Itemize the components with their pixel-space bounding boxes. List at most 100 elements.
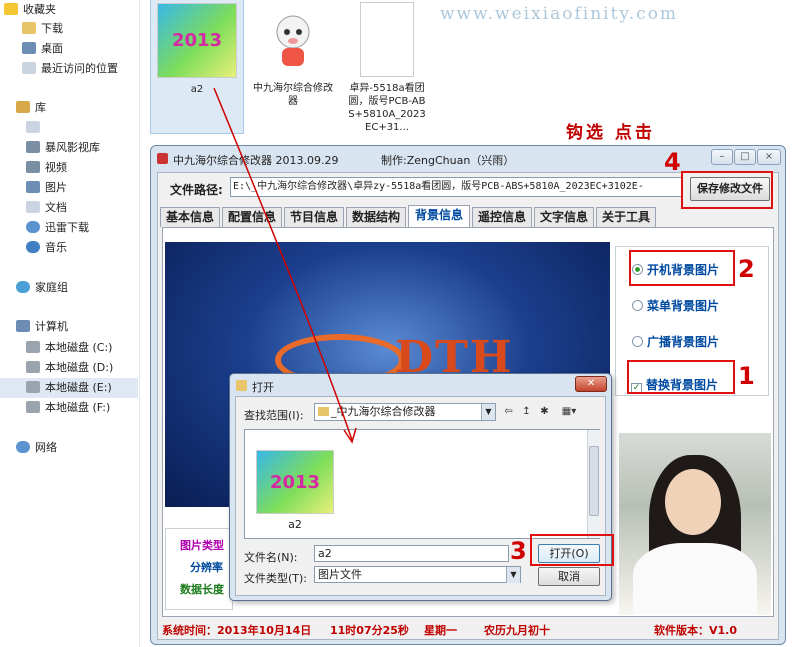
tab-config-info[interactable]: 配置信息 bbox=[222, 207, 282, 227]
sidebar-item-label: 本地磁盘 (D:) bbox=[45, 361, 114, 374]
annotation-box-replace-bg bbox=[627, 360, 735, 394]
menu-bg-radio[interactable]: 菜单背景图片 bbox=[632, 297, 719, 314]
music-icon bbox=[26, 241, 40, 253]
sidebar-item-library-blank[interactable] bbox=[26, 118, 45, 138]
info-label-length: 数据长度 bbox=[180, 583, 224, 596]
status-version: 软件版本：V1.0 bbox=[654, 624, 737, 637]
sidebar-item-label: 音乐 bbox=[45, 241, 67, 254]
minimize-button[interactable]: – bbox=[711, 149, 733, 165]
maximize-button[interactable]: □ bbox=[734, 149, 756, 165]
sidebar-item-label: 最近访问的位置 bbox=[41, 62, 118, 75]
close-button[interactable]: × bbox=[757, 149, 781, 165]
new-folder-icon[interactable]: ✱ bbox=[538, 405, 551, 418]
dialog-body: 查找范围(I): _中九海尔综合修改器 ▼ ⇦ ↥ ✱ ▦▾ 2013 a2 文件… bbox=[235, 396, 606, 596]
broadcast-bg-radio[interactable]: 广播背景图片 bbox=[632, 333, 719, 350]
sidebar-item-desktop[interactable]: 桌面 bbox=[22, 39, 63, 59]
sidebar-computer-label: 计算机 bbox=[35, 320, 68, 333]
app-titlebar[interactable]: 中九海尔综合修改器 2013.09.29 制作:ZengChuan（兴雨） – … bbox=[151, 146, 785, 172]
dialog-title: 打开 bbox=[252, 381, 274, 394]
sidebar-network-label: 网络 bbox=[35, 441, 57, 454]
up-folder-icon[interactable]: ↥ bbox=[520, 405, 533, 418]
sidebar-drive-c[interactable]: 本地磁盘 (C:) bbox=[26, 338, 112, 358]
explorer-sidebar: 收藏夹 下载 桌面 最近访问的位置 库 暴风影视库 视频 图片 文档 迅雷下载 … bbox=[0, 0, 140, 647]
cancel-button[interactable]: 取消 bbox=[538, 567, 600, 586]
portrait-face bbox=[665, 469, 721, 535]
homegroup-icon bbox=[16, 281, 30, 293]
lookin-label: 查找范围(I): bbox=[244, 409, 304, 422]
radio-icon bbox=[632, 300, 643, 311]
tab-data-structure[interactable]: 数据结构 bbox=[346, 207, 406, 227]
sidebar-drive-f[interactable]: 本地磁盘 (F:) bbox=[26, 398, 110, 418]
video-library-icon bbox=[26, 141, 40, 153]
tab-basic-info[interactable]: 基本信息 bbox=[160, 207, 220, 227]
info-label-resolution: 分辨率 bbox=[190, 561, 223, 574]
instruction-hint: 钩选 点击 bbox=[566, 123, 655, 143]
portrait-coat bbox=[633, 543, 757, 615]
view-menu-icon[interactable]: ▦▾ bbox=[558, 405, 580, 418]
vertical-scrollbar[interactable] bbox=[587, 430, 600, 538]
sidebar-item-videos[interactable]: 视频 bbox=[26, 158, 67, 178]
sidebar-item-label: 暴风影视库 bbox=[45, 141, 100, 154]
file-item-a2[interactable]: 2013 a2 bbox=[150, 0, 244, 134]
sidebar-favorites-label: 收藏夹 bbox=[23, 3, 56, 16]
dialog-close-button[interactable]: ✕ bbox=[575, 376, 607, 392]
sidebar-item-recent[interactable]: 最近访问的位置 bbox=[22, 59, 118, 79]
file-name: 卓异-5518a看团圆，版号PCB-ABS+5810A_2023EC+31... bbox=[348, 83, 426, 133]
sidebar-drive-d[interactable]: 本地磁盘 (D:) bbox=[26, 358, 113, 378]
sidebar-item-label: 本地磁盘 (F:) bbox=[45, 401, 111, 414]
sidebar-item-baofeng[interactable]: 暴风影视库 bbox=[26, 138, 100, 158]
library-icon bbox=[16, 101, 30, 113]
tab-background-info[interactable]: 背景信息 bbox=[408, 205, 470, 228]
sidebar-item-documents[interactable]: 文档 bbox=[26, 198, 67, 218]
file-item-config[interactable]: 卓异-5518a看团圆，版号PCB-ABS+5810A_2023EC+31... bbox=[340, 0, 434, 134]
status-lunar-date: 农历九月初十 bbox=[484, 624, 550, 637]
sidebar-item-label: 文档 bbox=[45, 201, 67, 214]
annotation-number-2: 2 bbox=[738, 255, 755, 283]
file-path-input[interactable]: E:\_中九海尔综合修改器\卓异zy-5518a看团圆，版号PCB-ABS+58… bbox=[230, 177, 682, 197]
chevron-down-icon: ▼ bbox=[506, 567, 520, 583]
sidebar-item-label: 图片 bbox=[45, 181, 67, 194]
tab-text-info[interactable]: 文字信息 bbox=[534, 207, 594, 227]
back-arrow-icon[interactable]: ⇦ bbox=[502, 405, 515, 418]
annotation-number-1: 1 bbox=[738, 362, 755, 390]
filetype-select[interactable]: 图片文件 ▼ bbox=[314, 566, 521, 583]
sidebar-item-label: 视频 bbox=[45, 161, 67, 174]
image-thumbnail: 2013 bbox=[256, 450, 334, 514]
lookin-select[interactable]: _中九海尔综合修改器 ▼ bbox=[314, 403, 496, 421]
filename-input[interactable]: a2 bbox=[314, 545, 509, 562]
filetype-value: 图片文件 bbox=[318, 568, 362, 581]
tab-remote-info[interactable]: 遥控信息 bbox=[472, 207, 532, 227]
drive-icon bbox=[26, 361, 40, 373]
sidebar-item-xunlei[interactable]: 迅雷下载 bbox=[26, 218, 89, 238]
document-file-icon bbox=[360, 2, 414, 77]
sidebar-library[interactable]: 库 bbox=[16, 98, 46, 118]
network-icon bbox=[16, 441, 30, 453]
status-date: 系统时间：2013年10月14日 bbox=[162, 624, 312, 637]
sidebar-network[interactable]: 网络 bbox=[16, 438, 57, 458]
tab-about[interactable]: 关于工具 bbox=[596, 207, 656, 227]
option-label: 广播背景图片 bbox=[647, 335, 720, 349]
sidebar-item-music[interactable]: 音乐 bbox=[26, 238, 67, 258]
sidebar-computer[interactable]: 计算机 bbox=[16, 317, 68, 337]
scrollbar-thumb[interactable] bbox=[589, 446, 599, 516]
sidebar-item-downloads[interactable]: 下载 bbox=[22, 19, 63, 39]
desktop-icon bbox=[22, 42, 36, 54]
tab-program-info[interactable]: 节目信息 bbox=[284, 207, 344, 227]
document-icon bbox=[26, 201, 40, 213]
dialog-file-list[interactable]: 2013 a2 bbox=[244, 429, 600, 539]
drive-icon bbox=[26, 401, 40, 413]
sidebar-drive-e[interactable]: 本地磁盘 (E:) bbox=[0, 378, 138, 398]
file-item-modifier[interactable]: 中九海尔综合修改器 bbox=[246, 0, 340, 134]
open-file-dialog: 打开 ✕ 查找范围(I): _中九海尔综合修改器 ▼ ⇦ ↥ ✱ ▦▾ 2013 … bbox=[229, 373, 612, 601]
annotation-box-open bbox=[530, 534, 614, 566]
sidebar-item-label: 迅雷下载 bbox=[45, 221, 89, 234]
lookin-value: _中九海尔综合修改器 bbox=[331, 405, 436, 418]
sidebar-favorites[interactable]: 收藏夹 bbox=[4, 0, 56, 20]
sidebar-item-pictures[interactable]: 图片 bbox=[26, 178, 67, 198]
dialog-file-item-a2[interactable]: 2013 a2 bbox=[255, 450, 335, 531]
app-title: 中九海尔综合修改器 2013.09.29 bbox=[173, 154, 339, 167]
status-weekday: 星期一 bbox=[424, 624, 457, 637]
sidebar-homegroup[interactable]: 家庭组 bbox=[16, 278, 68, 298]
sidebar-library-label: 库 bbox=[35, 101, 46, 114]
file-name: a2 bbox=[190, 84, 204, 95]
